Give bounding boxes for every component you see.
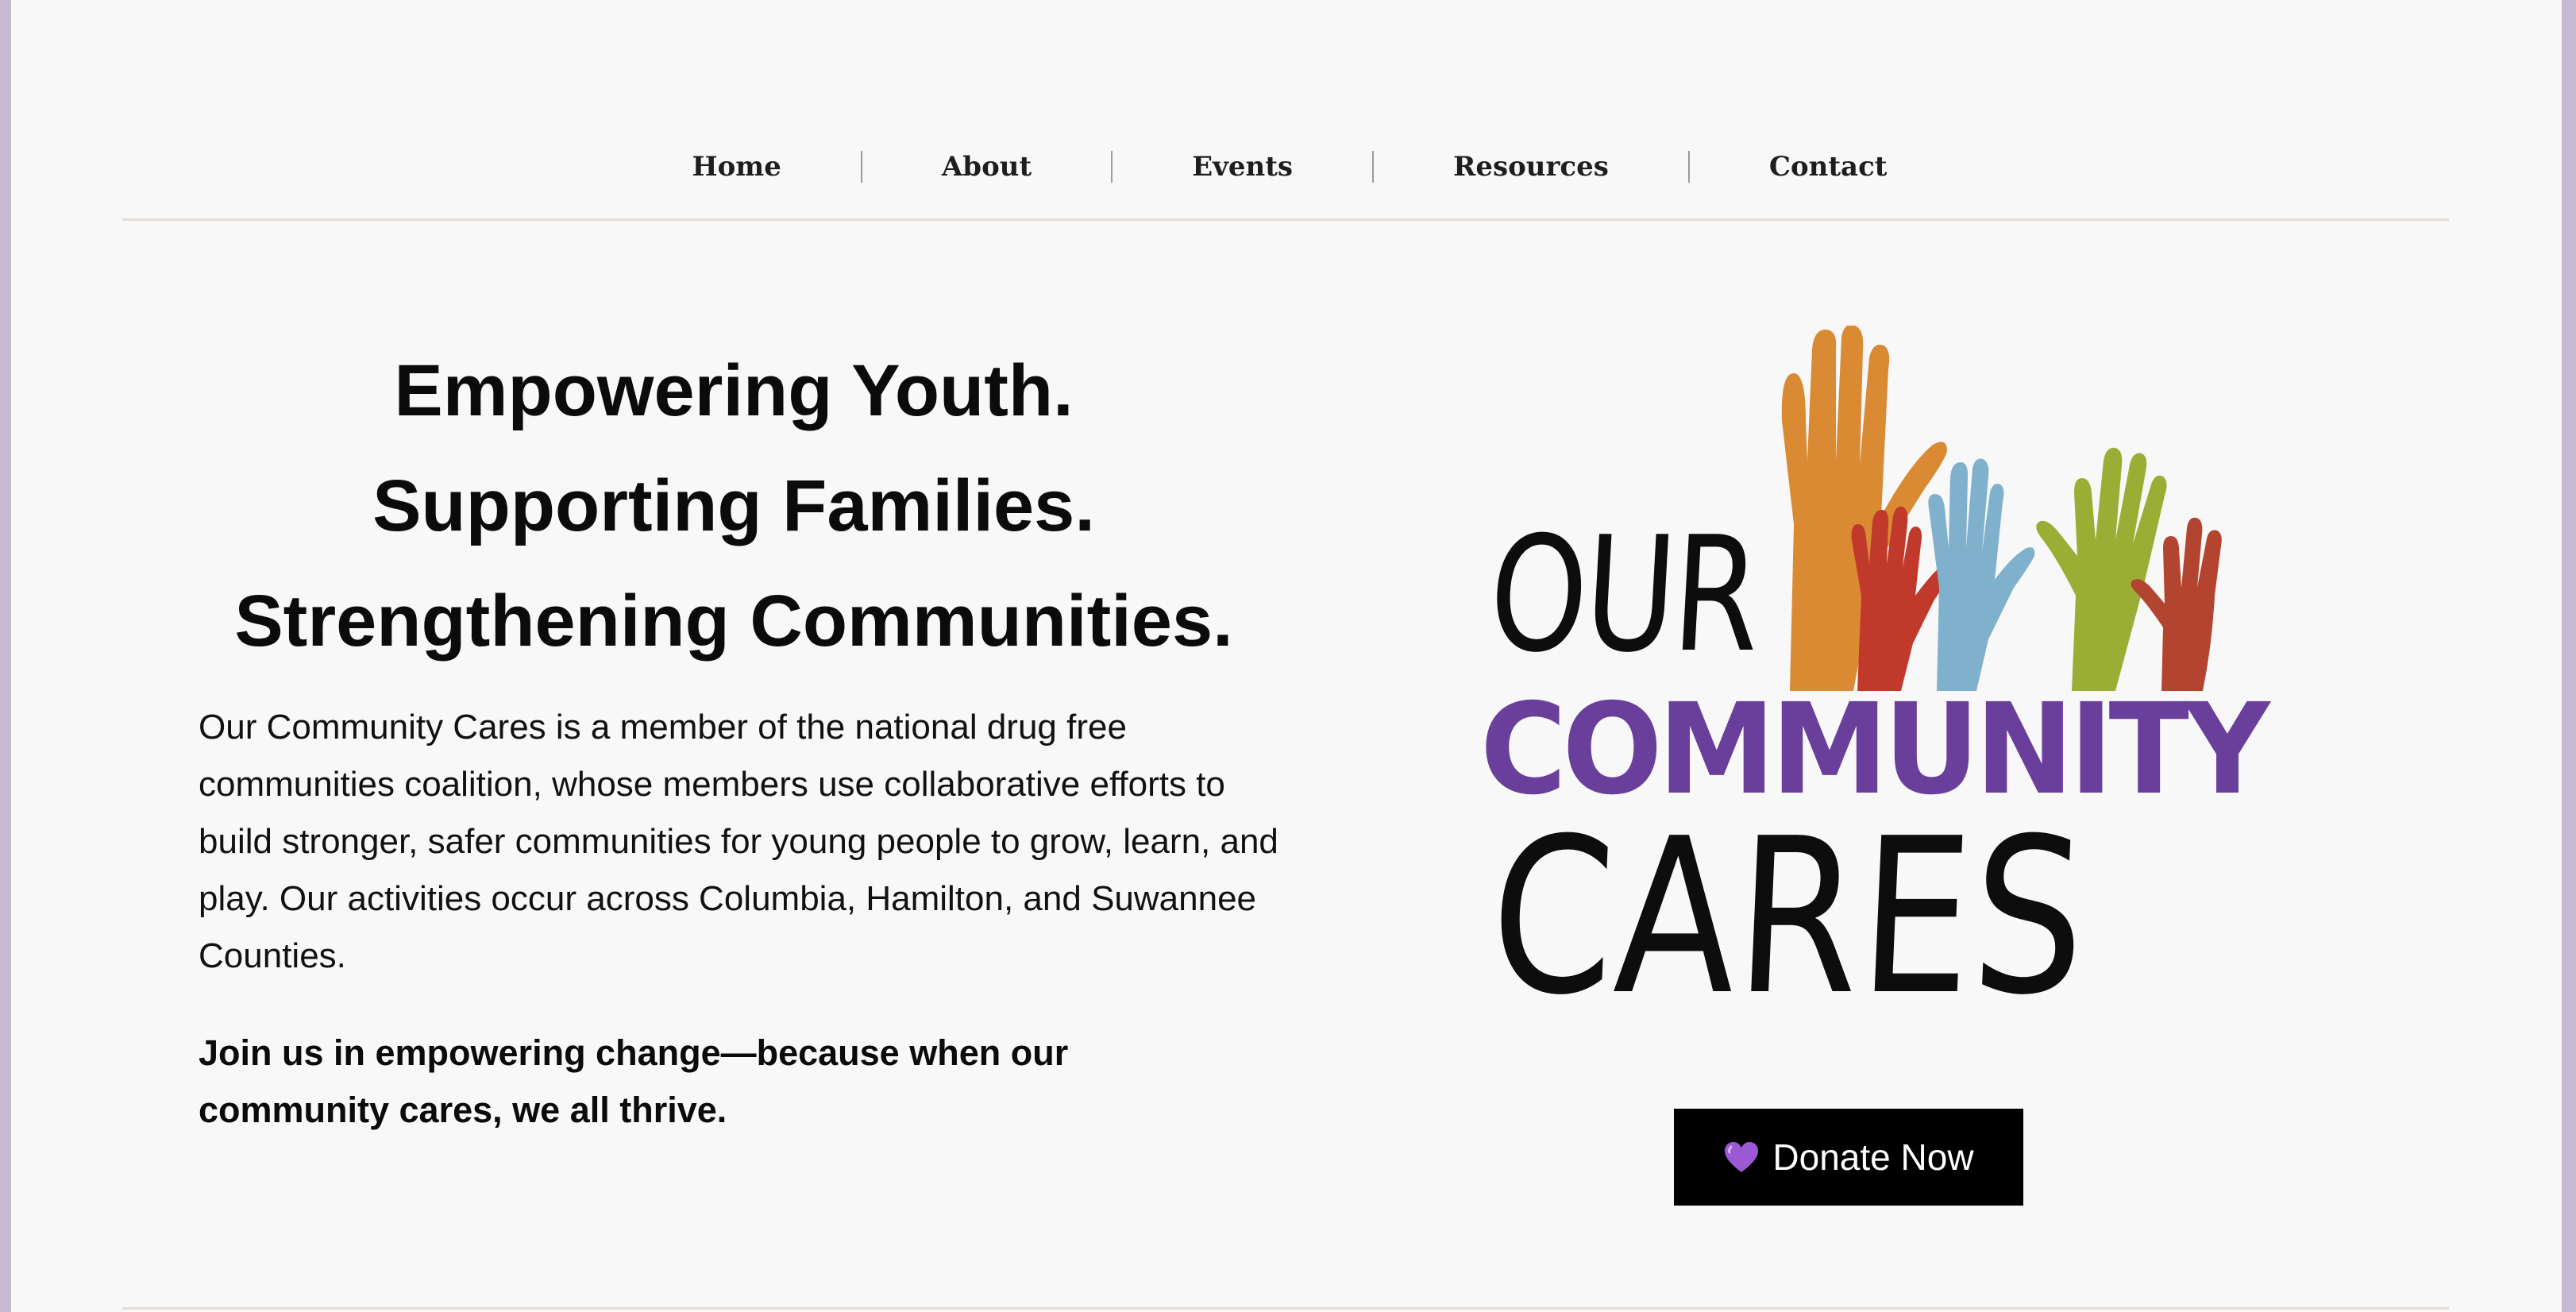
intro-paragraph: Our Community Cares is a member of the n… bbox=[199, 708, 1278, 975]
our-community-cares-logo: OUR COMMUNITY CARES bbox=[1480, 326, 2270, 1042]
page: Home About Events Resources Contact Empo… bbox=[11, 0, 2562, 1312]
headline-line-2: Supporting Families. bbox=[372, 465, 1095, 546]
logo-our-text: OUR bbox=[1485, 503, 1762, 688]
donate-now-button[interactable]: Donate Now bbox=[1674, 1109, 2023, 1206]
cta-paragraph: Join us in empowering change—because whe… bbox=[199, 1032, 1069, 1130]
nav-events[interactable]: Events bbox=[1113, 151, 1372, 183]
hero-headline: Empowering Youth. Supporting Families. S… bbox=[83, 334, 1385, 679]
purple-heart-icon bbox=[1725, 1142, 1759, 1172]
nav-resources[interactable]: Resources bbox=[1374, 151, 1688, 183]
logo-cares-text: CARES bbox=[1486, 792, 2092, 1042]
nav-about[interactable]: About bbox=[862, 151, 1111, 183]
main-nav: Home About Events Resources Contact bbox=[567, 119, 2012, 214]
nav-home[interactable]: Home bbox=[613, 151, 861, 183]
headline-line-1: Empowering Youth. bbox=[394, 350, 1074, 431]
donate-label: Donate Now bbox=[1772, 1136, 1974, 1178]
footer-divider-line bbox=[122, 1307, 2449, 1310]
nav-divider-line bbox=[122, 218, 2449, 221]
nav-contact[interactable]: Contact bbox=[1690, 151, 1967, 183]
headline-line-3: Strengthening Communities. bbox=[234, 581, 1233, 662]
